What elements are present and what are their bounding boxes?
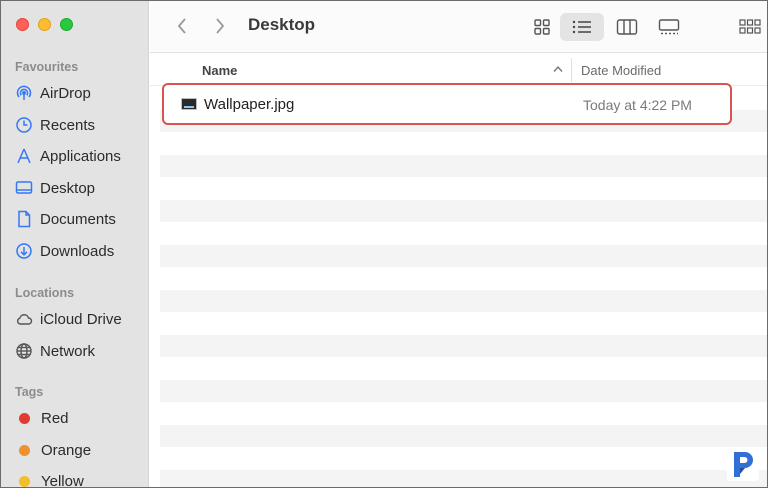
list-row-empty	[160, 132, 767, 155]
column-date-header[interactable]: Date Modified	[581, 63, 661, 78]
list-row-empty	[160, 357, 767, 380]
image-file-icon	[181, 98, 197, 110]
group-grid-icon	[739, 19, 761, 34]
clock-icon	[16, 117, 32, 133]
list-row-empty	[160, 379, 767, 402]
sidebar-item-label: Yellow	[41, 472, 84, 488]
zoom-button[interactable]	[60, 18, 73, 31]
desktop-icon	[15, 181, 33, 194]
list-row-empty	[160, 312, 767, 335]
sort-ascending-icon[interactable]	[552, 65, 564, 73]
finder-window: Favourites AirDrop Recents Applications …	[0, 0, 768, 488]
list-row-empty	[160, 244, 767, 267]
sidebar-item-label: Applications	[40, 147, 121, 165]
sidebar-item-label: Documents	[40, 210, 116, 228]
column-name-header[interactable]: Name	[202, 63, 237, 78]
list-row-empty	[160, 199, 767, 222]
sidebar-tag-yellow[interactable]: Yellow	[15, 469, 145, 488]
sidebar-item-applications[interactable]: Applications	[15, 144, 145, 168]
cloud-icon	[16, 314, 33, 325]
forward-button[interactable]	[210, 15, 230, 37]
document-icon	[18, 210, 31, 228]
sidebar-item-label: Orange	[41, 441, 92, 459]
tag-color-dot	[19, 444, 30, 456]
sidebar-tag-orange[interactable]: Orange	[15, 438, 145, 462]
chevron-right-icon	[216, 18, 225, 34]
back-button[interactable]	[172, 15, 192, 37]
list-row-empty	[160, 222, 767, 245]
applications-icon	[17, 148, 31, 164]
sidebar-item-documents[interactable]: Documents	[15, 207, 145, 231]
column-divider[interactable]	[571, 58, 572, 82]
sidebar-item-label: iCloud Drive	[40, 310, 122, 328]
sidebar-item-label: Red	[41, 409, 69, 427]
window-controls	[16, 18, 73, 31]
file-date-modified: Today at 4:22 PM	[583, 97, 692, 113]
list-row-empty	[160, 424, 767, 447]
globe-icon	[16, 343, 32, 359]
sidebar-tag-red[interactable]: Red	[15, 406, 145, 430]
list-row-empty	[160, 289, 767, 312]
grid-icon	[534, 19, 550, 35]
list-view-button[interactable]	[560, 13, 604, 41]
group-button[interactable]	[738, 13, 762, 41]
gallery-view-button[interactable]	[654, 13, 684, 41]
column-header: Name Date Modified	[150, 54, 767, 86]
chevron-left-icon	[177, 18, 186, 34]
column-view-button[interactable]	[612, 13, 642, 41]
list-row-empty	[160, 267, 767, 290]
airdrop-icon	[16, 85, 32, 100]
gallery-icon	[658, 19, 680, 35]
sidebar-item-label: Downloads	[40, 242, 115, 260]
sidebar-item-airdrop[interactable]: AirDrop	[15, 81, 145, 105]
main-content: Desktop Name Date Modified Wallpaper.jpg…	[150, 1, 767, 487]
file-name: Wallpaper.jpg	[204, 96, 295, 113]
list-row-empty	[160, 447, 767, 470]
sidebar-item-network[interactable]: Network	[15, 339, 145, 363]
tag-color-dot	[19, 475, 30, 487]
list-row-empty	[160, 177, 767, 200]
close-button[interactable]	[16, 18, 29, 31]
list-row-empty	[160, 402, 767, 425]
window-title: Desktop	[248, 15, 316, 34]
list-row-empty	[160, 469, 767, 487]
sidebar-item-recents[interactable]: Recents	[15, 113, 145, 137]
download-icon	[16, 243, 32, 259]
tag-color-dot	[19, 412, 30, 424]
list-row-empty	[160, 154, 767, 177]
toolbar: Desktop	[150, 1, 767, 53]
sidebar-item-label: Network	[40, 342, 96, 360]
sidebar: Favourites AirDrop Recents Applications …	[1, 1, 149, 488]
favourites-heading: Favourites	[15, 60, 79, 74]
brand-logo-icon	[727, 447, 759, 481]
tags-heading: Tags	[15, 385, 44, 399]
sidebar-item-label: Desktop	[40, 179, 96, 197]
sidebar-item-label: AirDrop	[40, 84, 91, 102]
list-row-empty	[160, 334, 767, 357]
file-list	[160, 87, 767, 487]
list-icon	[572, 20, 591, 34]
locations-heading: Locations	[15, 286, 75, 300]
icon-view-button[interactable]	[527, 13, 557, 41]
sidebar-item-downloads[interactable]: Downloads	[15, 239, 145, 263]
columns-icon	[616, 19, 638, 35]
table-row[interactable]: Wallpaper.jpg Today at 4:22 PM	[162, 83, 732, 125]
minimize-button[interactable]	[38, 18, 51, 31]
sidebar-item-label: Recents	[40, 116, 96, 134]
sidebar-item-icloud-drive[interactable]: iCloud Drive	[15, 307, 145, 331]
sidebar-item-desktop[interactable]: Desktop	[15, 176, 145, 200]
